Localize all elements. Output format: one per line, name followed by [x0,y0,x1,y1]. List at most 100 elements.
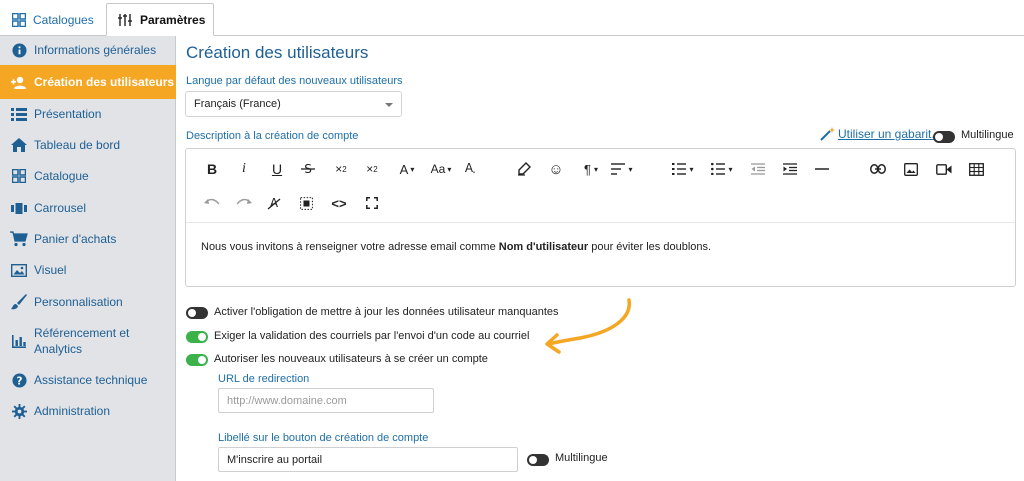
list-icon [10,106,28,122]
remove-format-icon[interactable]: A [266,193,282,213]
tab-label: Paramètres [140,12,206,27]
sidebar-item-referencement[interactable]: Référencement et Analytics [0,320,176,362]
paragraph-icon[interactable]: ¶ ▾ [576,159,606,179]
sidebar-item-catalogue[interactable]: Catalogue [0,161,176,191]
redirect-url-label: URL de redirection [218,373,310,385]
button-label-input[interactable]: M'inscrire au portail [218,447,518,472]
redirect-url-input[interactable]: http://www.domaine.com [218,388,434,413]
sidebar-item-tableau-de-bord[interactable]: Tableau de bord [0,130,176,160]
sidebar-item-label: Informations générales [34,43,157,57]
bar-chart-icon [10,333,28,349]
outdent-icon[interactable] [750,159,766,179]
sidebar-item-label: Personnalisation [34,294,123,309]
brush-icon [10,293,28,310]
align-icon[interactable]: ▾ [607,159,637,179]
sidebar-item-carrousel[interactable]: Carrousel [0,193,176,223]
editor-content[interactable]: Nous vous invitons à renseigner votre ad… [201,241,711,253]
sidebar-item-label: Administration [34,404,111,418]
redo-icon[interactable] [236,193,252,213]
use-template-label: Utiliser un gabarit... [838,127,942,141]
bold-icon[interactable]: B [204,159,220,179]
fullscreen-icon[interactable] [364,193,380,213]
sidebar-item-label: Création des utilisateurs [34,75,175,89]
font-size-icon[interactable]: A ▾ [394,159,420,179]
indent-icon[interactable] [782,159,798,179]
option-label: Exiger la validation des courriels par l… [214,330,530,342]
carousel-icon [10,200,28,216]
text-case-icon[interactable]: Aa ▾ [426,159,456,179]
sidebar-item-label-line2: Analytics [34,342,83,356]
grid-icon [10,168,28,184]
gear-icon [10,403,28,419]
rich-text-editor[interactable]: B i U S × 2 × 2 A ▾ Aa ▾ A ☺ ¶ ▾ ▾ ▾ ▾ A… [185,148,1016,287]
button-label-label: Libellé sur le bouton de création de com… [218,432,429,444]
home-icon [10,137,28,153]
language-select-value: Français (France) [194,98,281,110]
sidebar-item-panier[interactable]: Panier d'achats [0,224,176,254]
chevron-down-icon [385,103,393,107]
superscript-icon[interactable]: × 2 [362,159,382,179]
code-view-icon[interactable]: <> [330,193,348,213]
grid-icon [12,12,26,27]
option-label: Activer l'obligation de mettre à jour le… [214,306,559,318]
subscript-icon[interactable]: × 2 [331,159,351,179]
multilingual-toggle-2[interactable] [527,454,549,466]
description-label: Description à la création de compte [186,130,359,142]
cart-icon [10,231,28,247]
use-template-link[interactable]: Utiliser un gabarit... [820,127,941,141]
emoji-icon[interactable]: ☺ [548,159,564,179]
ordered-list-icon[interactable]: ▾ [668,159,698,179]
sidebar-item-presentation[interactable]: Présentation [0,99,176,129]
editor-toolbar-row-2: A <> [186,187,1015,219]
sidebar-item-label: Référencement et [34,326,130,340]
image-icon [10,262,28,278]
toggle-update-missing-data[interactable] [186,307,208,319]
sidebar-item-label: Assistance technique [34,373,148,387]
option-label: Autoriser les nouveaux utilisateurs à se… [214,353,488,365]
clear-format-icon[interactable] [516,159,532,179]
strikethrough-icon[interactable]: S [299,159,317,179]
horizontal-rule-icon[interactable] [814,159,830,179]
sidebar-item-label: Carrousel [34,201,87,215]
bullet-list-icon[interactable]: ▾ [707,159,737,179]
magic-wand-icon [820,127,836,141]
italic-icon[interactable]: i [236,159,252,179]
table-icon[interactable] [967,159,985,179]
sidebar-item-label-wrap: Référencement et Analytics [34,325,129,357]
sidebar-item-label: Panier d'achats [34,232,117,246]
insert-video-icon[interactable] [935,159,953,179]
multilingual-label-2: Multilingue [555,452,608,464]
sidebar-item-label: Présentation [34,107,102,121]
sidebar-item-label: Catalogue [34,169,89,183]
link-icon[interactable] [869,159,887,179]
sidebar-item-label: Tableau de bord [34,138,121,152]
editor-text-end: pour éviter les doublons. [588,241,712,253]
sidebar-item-assistance[interactable]: ? Assistance technique [0,365,176,395]
sidebar-item-label: Visuel [34,263,67,277]
multilingual-toggle[interactable] [933,131,955,143]
text-color-icon[interactable]: A [462,159,478,179]
language-select[interactable]: Français (France) [185,91,402,117]
tab-parametres[interactable]: Paramètres [106,3,214,36]
sidebar-item-informations[interactable]: Informations générales [0,36,176,64]
editor-text: Nous vous invitons à renseigner votre ad… [201,241,499,253]
tab-catalogues[interactable]: Catalogues [2,3,103,36]
toggle-email-validation[interactable] [186,331,208,343]
underline-icon[interactable]: U [269,159,285,179]
annotation-arrow [545,298,631,354]
svg-text:A: A [465,161,474,175]
editor-text-bold: Nom d'utilisateur [498,241,589,253]
sliders-icon [117,13,133,27]
insert-image-icon[interactable] [902,159,920,179]
sidebar-item-creation-utilisateurs[interactable]: Création des utilisateurs [0,65,176,99]
top-tab-bar: Catalogues Paramètres [0,0,1024,36]
toggle-allow-self-registration[interactable] [186,354,208,366]
sidebar-item-visuel[interactable]: Visuel [0,255,176,285]
sidebar-item-personnalisation[interactable]: Personnalisation [0,286,176,317]
select-all-icon[interactable] [298,193,314,213]
sidebar-item-administration[interactable]: Administration [0,396,176,426]
undo-icon[interactable] [204,193,220,213]
svg-text:?: ? [16,375,22,387]
editor-divider [186,222,1015,223]
language-label: Langue par défaut des nouveaux utilisate… [186,75,403,87]
